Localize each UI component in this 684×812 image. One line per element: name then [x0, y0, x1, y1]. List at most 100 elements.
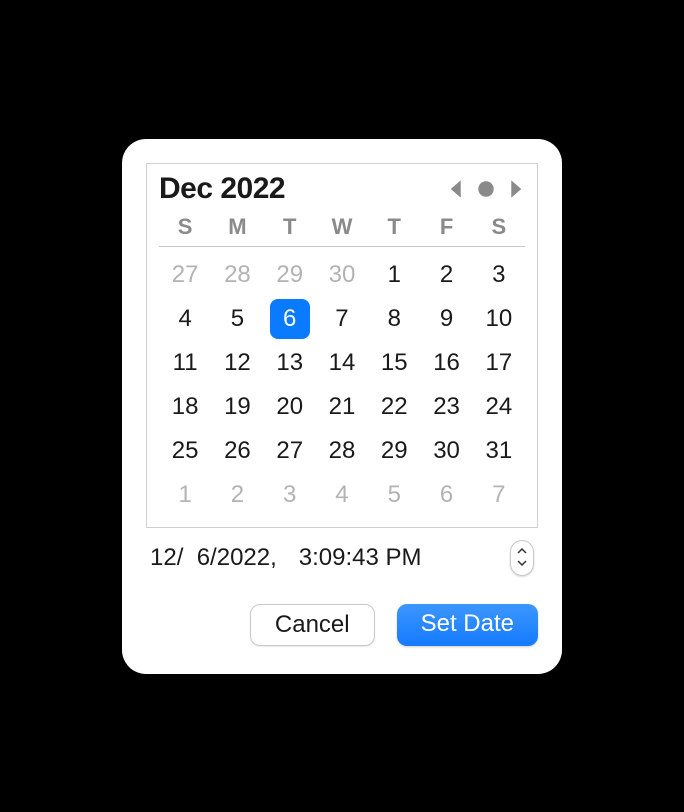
calendar-day-number: 22	[374, 387, 414, 427]
calendar-day[interactable]: 1	[159, 473, 211, 517]
calendar-day-number: 4	[322, 475, 362, 515]
date-picker-panel: Dec 2022 SMTWTFS272829301234567891011121…	[122, 139, 562, 674]
calendar-day-number: 4	[165, 299, 205, 339]
calendar-day[interactable]: 18	[159, 385, 211, 429]
stepper-down-icon[interactable]	[517, 558, 527, 570]
calendar-day[interactable]: 5	[368, 473, 420, 517]
calendar-day-number: 21	[322, 387, 362, 427]
calendar-day[interactable]: 11	[159, 341, 211, 385]
day-of-week-header: S	[473, 212, 525, 246]
calendar-day-number: 6	[427, 475, 467, 515]
calendar-day-number: 17	[479, 343, 519, 383]
calendar-day[interactable]: 13	[264, 341, 316, 385]
calendar-day-number: 1	[165, 475, 205, 515]
calendar-day-number: 6	[270, 299, 310, 339]
calendar-day-number: 16	[427, 343, 467, 383]
calendar-day[interactable]: 4	[316, 473, 368, 517]
calendar-day-number: 18	[165, 387, 205, 427]
calendar-day[interactable]: 10	[473, 297, 525, 341]
calendar-grid: SMTWTFS272829301234567891011121314151617…	[159, 212, 525, 517]
calendar-day[interactable]: 2	[211, 473, 263, 517]
calendar-day[interactable]: 16	[420, 341, 472, 385]
day-of-week-header: M	[211, 212, 263, 246]
calendar-day[interactable]: 30	[420, 429, 472, 473]
day-of-week-header: S	[159, 212, 211, 246]
calendar-day[interactable]: 9	[420, 297, 472, 341]
calendar-day-number: 28	[217, 255, 257, 295]
calendar-day[interactable]: 22	[368, 385, 420, 429]
calendar-day-number: 15	[374, 343, 414, 383]
calendar-day-number: 1	[374, 255, 414, 295]
calendar-day[interactable]: 6	[264, 297, 316, 341]
calendar-day-number: 7	[322, 299, 362, 339]
calendar-day-number: 25	[165, 431, 205, 471]
calendar-day[interactable]: 14	[316, 341, 368, 385]
calendar-day-number: 3	[270, 475, 310, 515]
calendar-day-number: 28	[322, 431, 362, 471]
datetime-row: 12/ 6/2022, 3:09:43 PM	[146, 540, 538, 576]
today-icon[interactable]	[477, 180, 495, 198]
calendar-day[interactable]: 1	[368, 253, 420, 297]
calendar-day-number: 5	[374, 475, 414, 515]
calendar-day[interactable]: 24	[473, 385, 525, 429]
day-of-week-header: F	[420, 212, 472, 246]
calendar-day[interactable]: 7	[473, 473, 525, 517]
calendar-day-number: 14	[322, 343, 362, 383]
calendar-day[interactable]: 3	[473, 253, 525, 297]
calendar-day[interactable]: 28	[316, 429, 368, 473]
time-field[interactable]: 3:09:43 PM	[299, 544, 422, 572]
prev-month-icon[interactable]	[447, 179, 463, 199]
calendar-day[interactable]: 7	[316, 297, 368, 341]
calendar-day[interactable]: 5	[211, 297, 263, 341]
calendar-day-number: 19	[217, 387, 257, 427]
calendar-day-number: 2	[217, 475, 257, 515]
calendar-day-number: 5	[217, 299, 257, 339]
calendar-day[interactable]: 31	[473, 429, 525, 473]
calendar-day-number: 26	[217, 431, 257, 471]
date-field[interactable]: 12/ 6/2022,	[150, 544, 277, 572]
calendar-day-number: 13	[270, 343, 310, 383]
calendar-day-number: 24	[479, 387, 519, 427]
next-month-icon[interactable]	[509, 179, 525, 199]
calendar-day-number: 30	[322, 255, 362, 295]
calendar-day-number: 29	[270, 255, 310, 295]
datetime-stepper[interactable]	[510, 540, 534, 576]
calendar-day[interactable]: 29	[264, 253, 316, 297]
button-row: Cancel Set Date	[146, 604, 538, 646]
calendar-day-number: 20	[270, 387, 310, 427]
day-of-week-header: T	[264, 212, 316, 246]
calendar-day[interactable]: 8	[368, 297, 420, 341]
calendar-day-number: 27	[270, 431, 310, 471]
calendar-day-number: 23	[427, 387, 467, 427]
calendar-day[interactable]: 25	[159, 429, 211, 473]
day-of-week-header: W	[316, 212, 368, 246]
calendar-day[interactable]: 2	[420, 253, 472, 297]
stepper-up-icon[interactable]	[517, 546, 527, 558]
calendar-day[interactable]: 27	[264, 429, 316, 473]
set-date-button[interactable]: Set Date	[397, 604, 538, 646]
calendar-day[interactable]: 29	[368, 429, 420, 473]
calendar-day[interactable]: 6	[420, 473, 472, 517]
calendar-day-number: 27	[165, 255, 205, 295]
calendar-day-number: 2	[427, 255, 467, 295]
calendar-day[interactable]: 4	[159, 297, 211, 341]
calendar-day-number: 12	[217, 343, 257, 383]
calendar-day[interactable]: 12	[211, 341, 263, 385]
calendar-day[interactable]: 23	[420, 385, 472, 429]
calendar-header: Dec 2022	[159, 172, 525, 206]
calendar-day[interactable]: 26	[211, 429, 263, 473]
calendar-day[interactable]: 17	[473, 341, 525, 385]
calendar-day[interactable]: 30	[316, 253, 368, 297]
calendar-day[interactable]: 21	[316, 385, 368, 429]
calendar-day[interactable]: 15	[368, 341, 420, 385]
calendar-day[interactable]: 19	[211, 385, 263, 429]
calendar-day[interactable]: 27	[159, 253, 211, 297]
cancel-button[interactable]: Cancel	[250, 604, 375, 646]
calendar-day-number: 7	[479, 475, 519, 515]
calendar-day-number: 29	[374, 431, 414, 471]
calendar-day[interactable]: 20	[264, 385, 316, 429]
day-of-week-header: T	[368, 212, 420, 246]
calendar-day[interactable]: 28	[211, 253, 263, 297]
calendar-day[interactable]: 3	[264, 473, 316, 517]
calendar-day-number: 30	[427, 431, 467, 471]
